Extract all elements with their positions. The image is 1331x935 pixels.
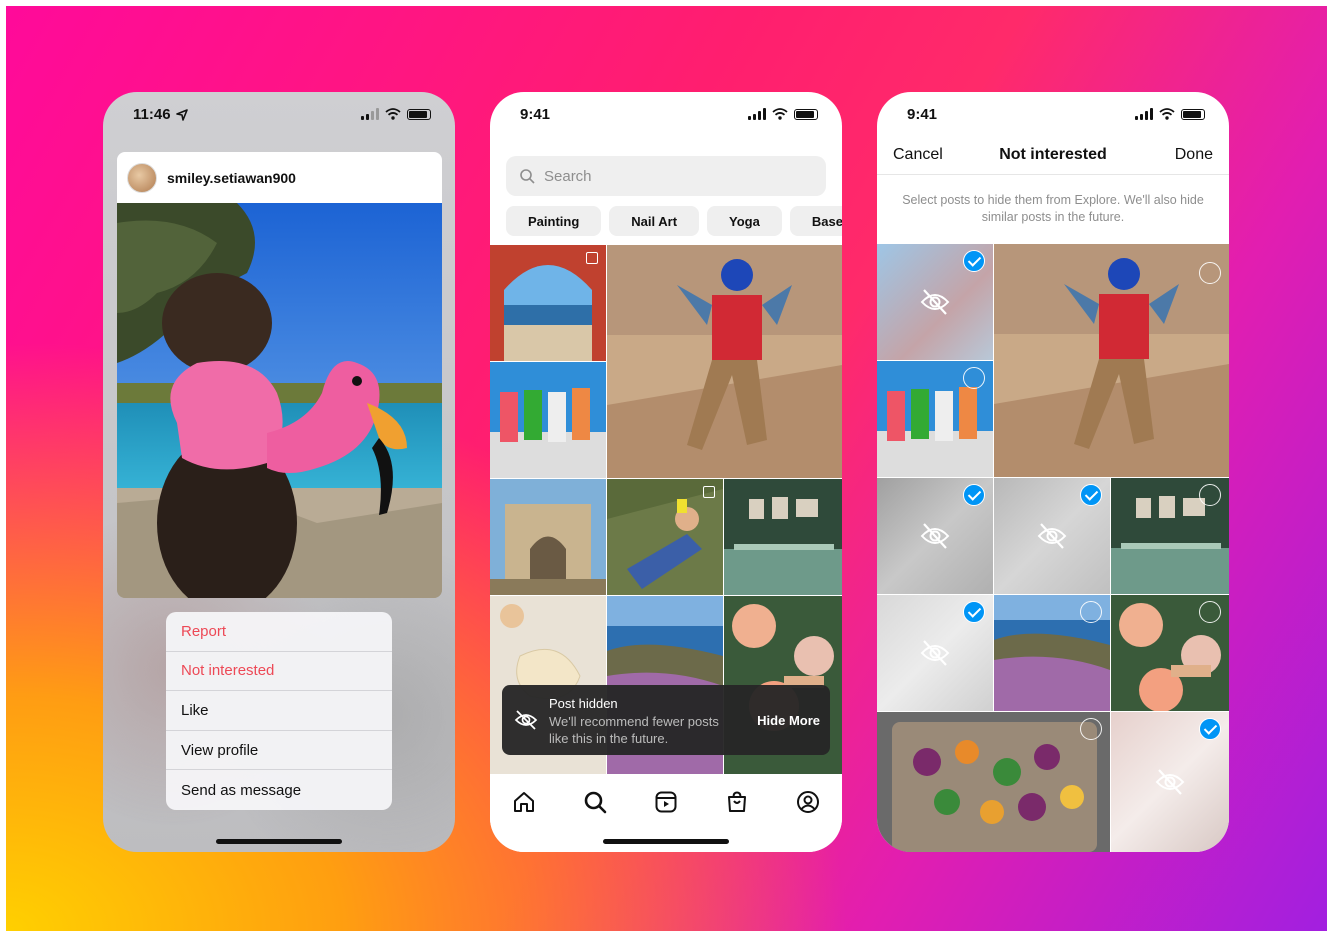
grid-tile[interactable] <box>1111 478 1229 594</box>
grid-tile-hidden[interactable] <box>877 244 993 360</box>
tile-image-roasted-vegetables <box>877 712 1110 852</box>
grid-tile-hidden[interactable] <box>994 478 1110 594</box>
post-options-menu: Report Not interested Like View profile … <box>166 612 392 810</box>
search-bar[interactable] <box>506 156 826 196</box>
post-header: smiley.setiawan900 <box>117 152 442 203</box>
select-circle-icon[interactable] <box>1080 601 1102 623</box>
tile-image-arch-monument <box>490 479 606 595</box>
eye-slash-icon <box>1037 523 1067 549</box>
reels-icon[interactable] <box>654 790 678 814</box>
eye-slash-icon <box>920 289 950 315</box>
menu-item-send-as-message[interactable]: Send as message <box>166 770 392 810</box>
eye-slash-icon <box>920 523 950 549</box>
status-bar: 9:41 <box>490 92 842 138</box>
select-circle-icon[interactable] <box>1199 262 1221 284</box>
menu-item-report[interactable]: Report <box>166 612 392 652</box>
select-circle-icon[interactable] <box>1199 601 1221 623</box>
phone-post-menu: 11:46 smiley.setiawan900 Report Not inte… <box>103 92 455 852</box>
grid-tile[interactable] <box>607 245 842 478</box>
signal-indicators <box>1135 108 1205 120</box>
wifi-icon <box>772 108 788 120</box>
status-time: 9:41 <box>907 106 938 123</box>
location-arrow-icon <box>176 109 188 121</box>
grid-tile[interactable] <box>490 362 606 478</box>
selection-nav-bar: Cancel Not interested Done <box>877 140 1229 170</box>
wifi-icon <box>385 108 401 120</box>
grid-tile-hidden[interactable] <box>877 595 993 711</box>
selected-checkmark-icon[interactable] <box>963 484 985 506</box>
status-time: 11:46 <box>133 106 171 123</box>
battery-icon <box>794 108 818 120</box>
status-bar: 11:46 <box>103 92 455 138</box>
selected-checkmark-icon[interactable] <box>1080 484 1102 506</box>
select-circle-icon[interactable] <box>1080 718 1102 740</box>
selected-checkmark-icon[interactable] <box>963 601 985 623</box>
chip-yoga[interactable]: Yoga <box>707 206 782 236</box>
grid-tile[interactable] <box>724 479 842 595</box>
avatar[interactable] <box>127 162 157 193</box>
selection-grid <box>877 244 1229 852</box>
eye-slash-icon <box>920 640 950 666</box>
grid-tile[interactable] <box>994 244 1229 477</box>
cellular-signal-icon <box>748 108 766 120</box>
topic-chips: Painting Nail Art Yoga Base <box>506 206 842 236</box>
grid-tile-hidden[interactable] <box>877 478 993 594</box>
battery-icon <box>407 108 431 120</box>
tile-image-dancer <box>607 245 842 478</box>
status-time: 9:41 <box>520 106 551 123</box>
toast-body: We'll recommend fewer posts like this in… <box>549 714 719 746</box>
wifi-icon <box>1159 108 1175 120</box>
cellular-signal-icon <box>361 108 379 120</box>
selected-checkmark-icon[interactable] <box>1199 718 1221 740</box>
status-bar: 9:41 <box>877 92 1229 138</box>
select-circle-icon[interactable] <box>963 367 985 389</box>
search-icon[interactable] <box>583 790 607 814</box>
grid-tile[interactable] <box>877 712 1110 852</box>
menu-item-like[interactable]: Like <box>166 691 392 731</box>
signal-indicators <box>361 108 431 120</box>
grid-tile[interactable] <box>994 595 1110 711</box>
phone-not-interested: 9:41 Cancel Not interested Done Select p… <box>877 92 1229 852</box>
battery-icon <box>1181 108 1205 120</box>
grid-tile[interactable] <box>490 479 606 595</box>
shop-icon[interactable] <box>725 790 749 814</box>
home-icon[interactable] <box>512 790 536 814</box>
tile-image-green-dining <box>724 479 842 595</box>
grid-tile[interactable] <box>607 479 723 595</box>
hide-more-button[interactable]: Hide More <box>757 713 820 728</box>
grid-tile[interactable] <box>490 245 606 361</box>
chip-nail-art[interactable]: Nail Art <box>609 206 700 236</box>
search-icon <box>520 168 535 184</box>
post-preview-card: smiley.setiawan900 <box>117 152 442 598</box>
eye-slash-icon <box>1155 769 1185 795</box>
search-input[interactable] <box>544 167 794 185</box>
chip-painting[interactable]: Painting <box>506 206 602 236</box>
grid-tile-hidden[interactable] <box>1111 712 1229 852</box>
chip-base[interactable]: Base <box>789 206 842 236</box>
grid-tile[interactable] <box>1111 595 1229 711</box>
menu-item-not-interested[interactable]: Not interested <box>166 652 392 692</box>
eye-slash-icon <box>514 710 538 730</box>
post-hidden-toast: Post hidden We'll recommend fewer posts … <box>502 685 830 755</box>
post-username[interactable]: smiley.setiawan900 <box>167 170 296 186</box>
selected-checkmark-icon[interactable] <box>963 250 985 272</box>
divider <box>877 174 1229 175</box>
grid-tile[interactable] <box>877 361 993 477</box>
home-indicator[interactable] <box>603 839 729 844</box>
multi-photo-icon <box>703 486 715 498</box>
tile-image-group-friends <box>490 362 606 478</box>
home-indicator[interactable] <box>216 839 342 844</box>
signal-indicators <box>748 108 818 120</box>
selection-description: Select posts to hide them from Explore. … <box>902 193 1204 224</box>
menu-item-view-profile[interactable]: View profile <box>166 731 392 771</box>
toast-title: Post hidden <box>549 696 618 711</box>
profile-icon[interactable] <box>796 790 820 814</box>
tile-image-dancer <box>994 244 1229 477</box>
done-button[interactable]: Done <box>1175 146 1213 164</box>
post-image-dog-flamingo <box>117 203 442 598</box>
select-circle-icon[interactable] <box>1199 484 1221 506</box>
cellular-signal-icon <box>1135 108 1153 120</box>
multi-photo-icon <box>586 252 598 264</box>
phone-explore: 9:41 Painting Nail Art Yoga Base <box>490 92 842 852</box>
